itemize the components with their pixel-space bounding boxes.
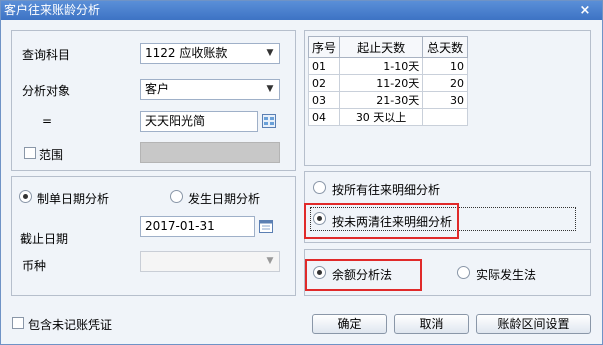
cell-total[interactable] [422,108,468,126]
col-header-range: 起止天数 [338,36,424,58]
aging-analysis-dialog: 客户往来账龄分析 × 查询科目 1122 应收账款 ▼ 分析对象 客户 ▼ = … [0,0,603,345]
table-row[interactable]: 03 21-30天 30 [308,91,468,109]
range-label: 范围 [39,148,64,162]
chevron-down-icon[interactable]: ▼ [264,252,276,271]
aging-settings-button[interactable]: 账龄区间设置 [476,314,591,334]
object-value-text: 天天阳光简 [145,114,206,128]
ok-button[interactable]: 确定 [312,314,387,334]
close-icon[interactable]: × [578,1,592,20]
cutoff-date-input[interactable]: 2017-01-31 [140,216,255,237]
range-input[interactable] [140,142,280,163]
object-value: 客户 [145,82,170,96]
include-unposted-label: 包含未记账凭证 [28,318,113,332]
window-title: 客户往来账龄分析 [4,3,101,17]
highlight-box [305,259,422,291]
equals-label: = [42,114,53,128]
subject-value: 1122 应收账款 [145,46,228,60]
lookup-icon[interactable] [262,114,276,128]
table-header-row: 序号 起止天数 总天数 [308,36,468,58]
radio-all-detail[interactable] [313,181,326,194]
chevron-down-icon[interactable]: ▼ [264,44,276,63]
object-label: 分析对象 [22,84,71,98]
object-select[interactable]: 客户 ▼ [140,79,280,100]
subject-label: 查询科目 [22,48,71,62]
highlight-box [304,203,459,239]
cell-no[interactable]: 04 [308,108,340,126]
aging-table: 序号 起止天数 总天数 01 1-10天 10 02 11-20天 20 03 … [308,36,468,126]
cell-total[interactable]: 10 [422,57,468,75]
voucher-date-label: 制单日期分析 [37,192,110,206]
radio-actual-method[interactable] [457,266,470,279]
cell-total[interactable]: 20 [422,74,468,92]
chevron-down-icon[interactable]: ▼ [264,80,276,99]
range-checkbox[interactable] [24,147,36,159]
all-detail-label: 按所有往来明细分析 [332,183,441,197]
occur-date-label: 发生日期分析 [188,192,261,206]
col-header-no: 序号 [308,36,340,58]
table-row[interactable]: 02 11-20天 20 [308,74,468,92]
radio-voucher-date[interactable] [19,190,32,203]
cell-range[interactable]: 11-20天 [338,74,424,92]
cell-no[interactable]: 03 [308,91,340,109]
calendar-icon[interactable] [259,219,273,233]
table-row[interactable]: 04 30 天以上 [308,108,468,126]
cell-range[interactable]: 21-30天 [338,91,424,109]
subject-select[interactable]: 1122 应收账款 ▼ [140,43,280,64]
radio-occur-date[interactable] [170,190,183,203]
table-row[interactable]: 01 1-10天 10 [308,57,468,75]
cell-range[interactable]: 30 天以上 [338,108,424,126]
cell-range[interactable]: 1-10天 [338,57,424,75]
currency-select[interactable]: ▼ [140,251,280,272]
cell-no[interactable]: 02 [308,74,340,92]
cutoff-date-value: 2017-01-31 [145,219,215,233]
currency-label: 币种 [22,259,47,273]
actual-method-label: 实际发生法 [476,268,537,282]
title-bar: 客户往来账龄分析 × [1,1,602,20]
object-value-input[interactable]: 天天阳光简 [140,111,258,132]
cell-total[interactable]: 30 [422,91,468,109]
cancel-button[interactable]: 取消 [394,314,469,334]
cell-no[interactable]: 01 [308,57,340,75]
include-unposted-checkbox[interactable] [12,317,24,329]
cutoff-date-label: 截止日期 [20,232,69,246]
col-header-total: 总天数 [422,36,468,58]
